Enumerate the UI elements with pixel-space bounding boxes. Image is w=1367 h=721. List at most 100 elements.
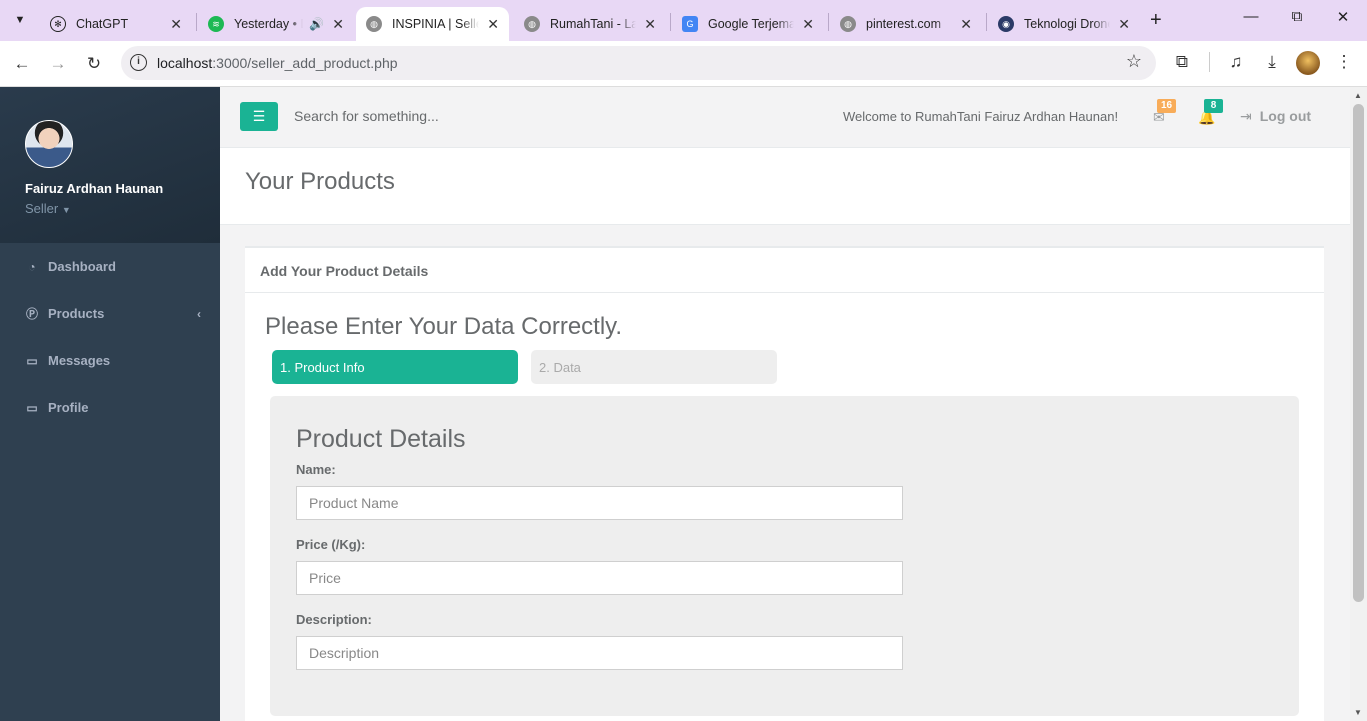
browser-toolbar: ← → ↻ i localhost:3000/seller_add_produc… (0, 41, 1367, 87)
sidebar-item-label: Messages (48, 353, 111, 368)
name-label: Name: (296, 462, 336, 477)
close-tab-icon[interactable]: ✕ (487, 16, 499, 33)
scroll-up-arrow-icon[interactable]: ▲ (1354, 91, 1362, 100)
drone-icon: ◉ (998, 16, 1014, 32)
globe-icon: ◍ (840, 16, 856, 32)
inbox-icon: ▭ (26, 400, 38, 415)
product-icon: Ⓟ (25, 307, 38, 321)
browser-tab-pinterest[interactable]: ◍ pinterest.com ✕ (830, 7, 982, 41)
sidebar-item-label: Dashboard (48, 259, 116, 274)
url-text[interactable]: localhost:3000/seller_add_product.php (157, 55, 398, 71)
speaker-icon[interactable]: 🔊 (309, 17, 324, 31)
browser-tab-google-translate[interactable]: G Google Terjemah ✕ (672, 7, 824, 41)
profile-role-label: Seller (25, 201, 59, 216)
minimize-button[interactable]: — (1236, 8, 1266, 25)
inbox-icon: ▭ (26, 353, 38, 368)
page-wrapper: ☰ Welcome to RumahTani Fairuz Ardhan Hau… (220, 87, 1350, 721)
wizard-step-data[interactable]: 2. Data (531, 350, 777, 384)
address-bar[interactable]: i localhost:3000/seller_add_product.php … (121, 46, 1156, 80)
reload-button[interactable]: ↻ (81, 51, 107, 77)
section-title: Product Details (296, 425, 466, 453)
chevron-left-icon: ‹ (197, 306, 201, 321)
avatar[interactable] (25, 120, 73, 168)
panel-content: Please Enter Your Data Correctly. 1. Pro… (245, 293, 1324, 716)
tab-divider (986, 13, 987, 31)
wizard-step-product-info[interactable]: 1. Product Info (272, 350, 518, 384)
bookmark-star-icon[interactable]: ☆ (1126, 51, 1142, 72)
close-tab-icon[interactable]: ✕ (644, 16, 656, 33)
sidebar-item-messages[interactable]: ▭ Messages (0, 337, 220, 384)
tab-divider (828, 13, 829, 31)
sidebar-item-label: Profile (48, 400, 89, 415)
sidebar-item-profile[interactable]: ▭ Profile (0, 384, 220, 431)
sidebar-profile: Fairuz Ardhan Haunan Seller ▼ (0, 87, 220, 243)
profile-avatar-icon[interactable] (1296, 51, 1320, 75)
url-host: localhost (157, 55, 213, 71)
spotify-icon: ≋ (208, 16, 224, 32)
openai-icon: ✻ (50, 16, 66, 32)
close-tab-icon[interactable]: ✕ (170, 16, 182, 33)
tab-title: pinterest.com (866, 17, 942, 31)
close-tab-icon[interactable]: ✕ (802, 16, 814, 33)
product-name-input[interactable] (296, 486, 903, 520)
logout-link[interactable]: ⇥ Log out (1240, 108, 1311, 125)
sign-out-icon: ⇥ (1240, 108, 1252, 124)
top-navbar: ☰ Welcome to RumahTani Fairuz Ardhan Hau… (220, 87, 1350, 148)
close-tab-icon[interactable]: ✕ (960, 16, 972, 33)
browser-tab-rumahtani[interactable]: ◍ RumahTani - Lan ✕ (514, 7, 666, 41)
page-heading: Your Products (220, 148, 1350, 225)
price-label: Price (/Kg): (296, 537, 366, 552)
browser-tab-inspinia[interactable]: ◍ INSPINIA | Seller ✕ (356, 7, 509, 41)
description-input[interactable] (296, 636, 903, 670)
back-button[interactable]: ← (9, 51, 35, 77)
browser-menu-icon[interactable]: ⋮ (1332, 52, 1356, 72)
download-icon[interactable]: ⤓ (1260, 52, 1284, 72)
menu-toggle-button[interactable]: ☰ (240, 102, 278, 131)
close-tab-icon[interactable]: ✕ (332, 16, 344, 33)
browser-tab-spotify[interactable]: ≋ Yesterday • D 🔊 ✕ (198, 7, 354, 41)
tab-title: INSPINIA | Seller (392, 17, 480, 31)
logout-label: Log out (1259, 108, 1312, 124)
sidebar-item-dashboard[interactable]: ◔ Dashboard (0, 243, 220, 290)
globe-icon: ◍ (524, 16, 540, 32)
wizard-step-panel: Product Details Name: Price (/Kg): Descr… (270, 396, 1299, 716)
page-scrollbar[interactable]: ▲ ▼ (1350, 87, 1367, 721)
dashboard-icon: ◔ (28, 259, 36, 274)
product-form-panel: Add Your Product Details Please Enter Yo… (245, 246, 1324, 721)
profile-name[interactable]: Fairuz Ardhan Haunan (25, 181, 220, 196)
restore-button[interactable]: ⧉ (1282, 8, 1312, 25)
panel-title: Add Your Product Details (245, 246, 1324, 293)
sidebar-nav: ◔ Dashboard Ⓟ Products ‹ ▭ Messages ▭ Pr… (0, 243, 220, 431)
toolbar-divider (1209, 52, 1210, 72)
browser-tab-drone[interactable]: ◉ Teknologi Drone ✕ (988, 7, 1140, 41)
tab-title: Yesterday • D (234, 17, 304, 31)
search-input[interactable] (294, 108, 694, 124)
close-tab-icon[interactable]: ✕ (1118, 16, 1130, 33)
close-window-button[interactable]: ✕ (1328, 8, 1358, 26)
tab-divider (670, 13, 671, 31)
tab-title: RumahTani - Lan (550, 17, 637, 31)
page-title: Your Products (245, 168, 395, 195)
new-tab-button[interactable]: + (1150, 9, 1162, 32)
forward-button[interactable]: → (45, 51, 71, 77)
extensions-icon[interactable]: ⧉ (1170, 52, 1194, 72)
tab-search-button[interactable]: ▼ (8, 8, 32, 32)
browser-tab-chatgpt[interactable]: ✻ ChatGPT ✕ (40, 7, 192, 41)
tab-title: ChatGPT (76, 17, 129, 31)
media-control-icon[interactable]: ♫ (1224, 52, 1248, 72)
tab-title: Teknologi Drone (1024, 17, 1111, 31)
browser-tab-strip: ▼ ✻ ChatGPT ✕ ≋ Yesterday • D 🔊 ✕ ◍ INSP… (0, 0, 1367, 41)
globe-icon: ◍ (366, 16, 382, 32)
sidebar: Fairuz Ardhan Haunan Seller ▼ ◔ Dashboar… (0, 87, 220, 721)
price-input[interactable] (296, 561, 903, 595)
scrollbar-thumb[interactable] (1353, 104, 1364, 602)
profile-role-dropdown[interactable]: Seller ▼ (25, 201, 220, 216)
site-info-icon[interactable]: i (130, 54, 147, 71)
sidebar-item-products[interactable]: Ⓟ Products ‹ (0, 290, 220, 337)
sidebar-item-label: Products (48, 306, 105, 321)
scroll-down-arrow-icon[interactable]: ▼ (1354, 708, 1362, 717)
google-translate-icon: G (682, 16, 698, 32)
tab-divider (196, 13, 197, 31)
tab-title: Google Terjemah (708, 17, 795, 31)
description-label: Description: (296, 612, 372, 627)
